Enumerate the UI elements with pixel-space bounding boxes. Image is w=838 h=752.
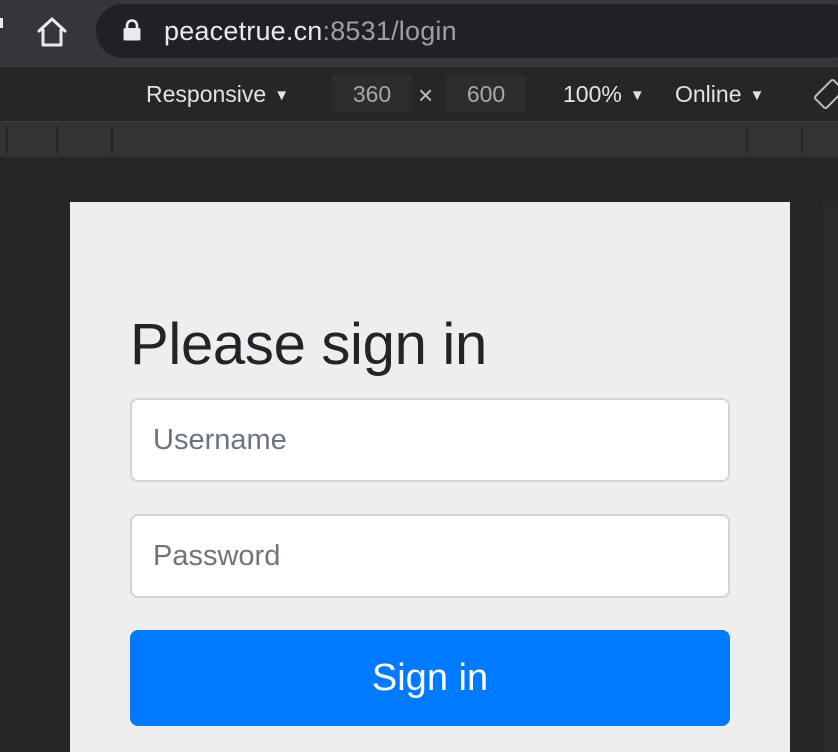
width-input[interactable]: 360 [332, 75, 412, 113]
rotate-icon[interactable] [812, 77, 838, 111]
password-input[interactable] [130, 514, 730, 598]
page-viewport: Please sign in Sign in [70, 202, 790, 752]
ruler-tick [56, 126, 58, 154]
lock-icon [122, 19, 142, 41]
ruler-tick [746, 126, 748, 154]
zoom-select[interactable]: 100% ▼ [563, 79, 645, 113]
sign-in-button[interactable]: Sign in [130, 630, 730, 726]
viewport-edge [823, 202, 838, 752]
media-query-ruler[interactable] [0, 122, 838, 158]
username-input[interactable] [130, 398, 730, 482]
zoom-label: 100% [563, 81, 622, 107]
page-title: Please sign in [130, 312, 487, 377]
browser-window: peacetrue.cn:8531/login Responsive ▼ 360 … [0, 0, 838, 752]
caret-down-icon: ▼ [274, 87, 290, 104]
device-mode-label: Responsive [146, 81, 267, 107]
url-text: peacetrue.cn:8531/login [164, 15, 457, 47]
device-toolbar: Responsive ▼ 360 × 600 100% ▼ Online ▼ [0, 66, 838, 122]
height-input[interactable]: 600 [446, 75, 526, 113]
times-icon: × [418, 80, 434, 110]
caret-down-icon: ▼ [749, 87, 765, 104]
ruler-tick [111, 126, 113, 154]
device-mode-select[interactable]: Responsive ▼ [146, 79, 289, 113]
home-icon[interactable] [34, 14, 70, 50]
address-bar[interactable]: peacetrue.cn:8531/login [96, 4, 838, 58]
ruler-tick [801, 126, 803, 154]
network-throttle-select[interactable]: Online ▼ [675, 79, 764, 113]
url-host: peacetrue.cn [164, 16, 323, 46]
url-path: :8531/login [322, 16, 457, 46]
network-label: Online [675, 81, 742, 107]
browser-top-bar: peacetrue.cn:8531/login [0, 0, 838, 66]
caret-down-icon: ▼ [629, 87, 645, 104]
back-button-fragment[interactable] [0, 18, 3, 28]
ruler-tick [6, 126, 8, 154]
